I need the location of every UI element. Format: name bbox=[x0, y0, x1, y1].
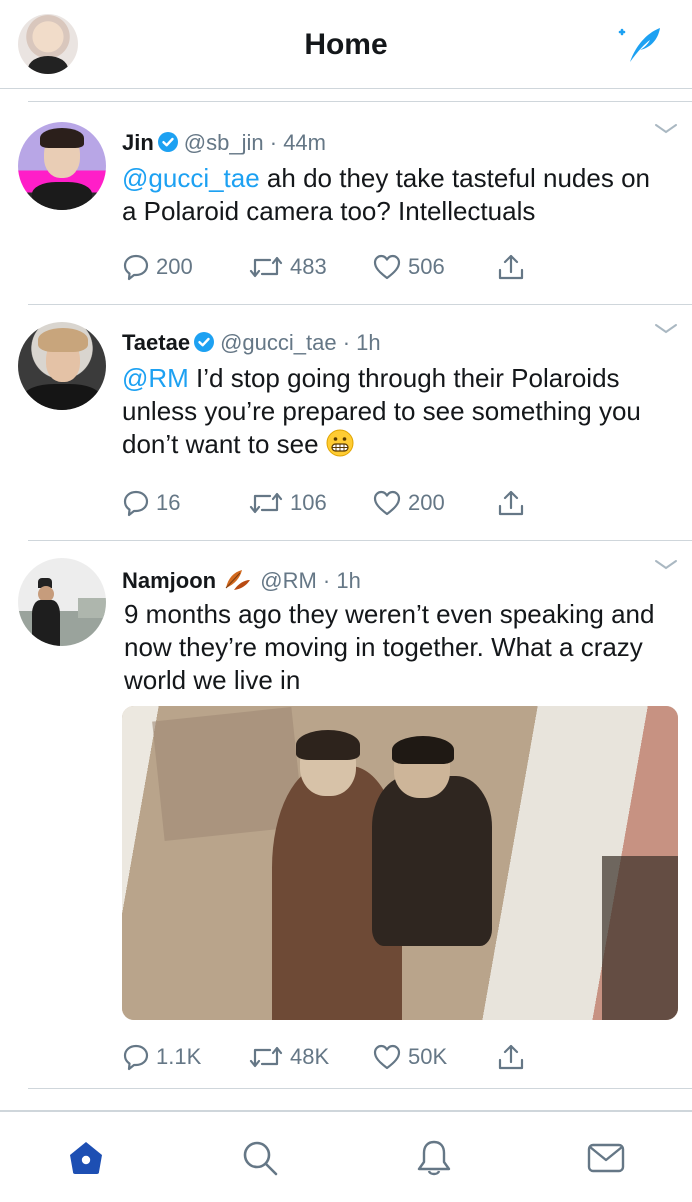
tweet-divider bbox=[28, 1088, 692, 1089]
retweet-count: 106 bbox=[290, 490, 327, 515]
user-handle[interactable]: @RM bbox=[260, 568, 317, 593]
tweet-time: 44m bbox=[283, 130, 326, 155]
tweet-actions: 1.1K 48K 50K bbox=[122, 1040, 542, 1074]
display-name[interactable]: Jin bbox=[122, 130, 154, 155]
tweet-actions: 200 483 506 bbox=[122, 250, 542, 284]
user-avatar[interactable] bbox=[18, 322, 106, 410]
reply-count: 1.1K bbox=[156, 1044, 202, 1069]
share-upload-icon bbox=[498, 1044, 524, 1070]
fallen-leaves-emoji bbox=[225, 570, 251, 590]
time-separator: · bbox=[336, 330, 357, 355]
like-button[interactable]: 506 bbox=[372, 250, 445, 284]
tweet-header: Namjoon @RM · 1h bbox=[122, 566, 361, 594]
chevron-down-icon[interactable] bbox=[654, 122, 678, 136]
time-separator: · bbox=[263, 130, 284, 155]
reply-button[interactable]: 1.1K bbox=[122, 1040, 201, 1074]
speech-bubble-icon bbox=[123, 1044, 149, 1071]
retweet-arrows-icon bbox=[249, 492, 283, 514]
bell-icon[interactable] bbox=[414, 1138, 454, 1178]
share-button[interactable] bbox=[496, 486, 532, 520]
tweet-header: Taetae @gucci_tae · 1h bbox=[122, 330, 381, 356]
time-separator: · bbox=[316, 568, 337, 593]
display-name[interactable]: Taetae bbox=[122, 330, 190, 355]
heart-icon bbox=[373, 490, 401, 516]
like-button[interactable]: 200 bbox=[372, 486, 445, 520]
tweet-text: @gucci_tae ah do they take tasteful nude… bbox=[122, 162, 662, 228]
home-icon[interactable] bbox=[66, 1138, 106, 1178]
retweet-arrows-icon bbox=[249, 1046, 283, 1068]
reply-button[interactable]: 200 bbox=[122, 250, 193, 284]
chevron-down-icon[interactable] bbox=[654, 322, 678, 336]
share-button[interactable] bbox=[496, 250, 532, 284]
retweet-button[interactable]: 106 bbox=[248, 486, 327, 520]
tweet-text: 9 months ago they weren’t even speaking … bbox=[124, 599, 655, 695]
mention-link[interactable]: @gucci_tae bbox=[122, 163, 260, 193]
user-avatar[interactable] bbox=[18, 558, 106, 646]
share-button[interactable] bbox=[496, 1040, 532, 1074]
speech-bubble-icon bbox=[123, 490, 149, 517]
retweet-count: 483 bbox=[290, 254, 327, 279]
tweet-time: 1h bbox=[336, 568, 361, 593]
tweet-text-content: I’d stop going through their Polaroids u… bbox=[122, 363, 641, 459]
search-icon[interactable] bbox=[240, 1138, 280, 1178]
like-count: 50K bbox=[408, 1044, 448, 1069]
top-bar: Home bbox=[0, 0, 692, 89]
like-button[interactable]: 50K bbox=[372, 1040, 447, 1074]
retweet-count: 48K bbox=[290, 1044, 330, 1069]
display-name[interactable]: Namjoon bbox=[122, 568, 216, 593]
retweet-button[interactable]: 483 bbox=[248, 250, 327, 284]
share-upload-icon bbox=[498, 254, 524, 280]
user-handle[interactable]: @gucci_tae bbox=[220, 330, 337, 355]
tweet-text: @RM I’d stop going through their Polaroi… bbox=[122, 362, 662, 461]
verified-badge-icon bbox=[157, 132, 178, 152]
speech-bubble-icon bbox=[123, 254, 149, 281]
bottom-tab-bar bbox=[0, 1110, 692, 1202]
verified-badge-icon bbox=[194, 332, 215, 352]
page-title: Home bbox=[304, 28, 388, 61]
chevron-down-icon[interactable] bbox=[654, 558, 678, 572]
tweet-divider bbox=[28, 540, 692, 541]
user-handle[interactable]: @sb_jin bbox=[184, 130, 264, 155]
heart-icon bbox=[373, 1044, 401, 1070]
tweet-header: Jin @sb_jin · 44m bbox=[122, 130, 326, 156]
reply-count: 200 bbox=[156, 254, 193, 279]
compose-tweet-icon[interactable] bbox=[612, 22, 664, 66]
user-avatar[interactable] bbox=[18, 122, 106, 210]
tweet-photo[interactable] bbox=[122, 706, 678, 1020]
like-count: 506 bbox=[408, 254, 445, 279]
retweet-arrows-icon bbox=[249, 256, 283, 278]
tweet-time: 1h bbox=[356, 330, 381, 355]
reply-count: 16 bbox=[156, 490, 181, 515]
mail-icon[interactable] bbox=[586, 1138, 626, 1178]
share-upload-icon bbox=[498, 490, 524, 516]
heart-icon bbox=[373, 254, 401, 280]
like-count: 200 bbox=[408, 490, 445, 515]
tweet-actions: 16 106 200 bbox=[122, 486, 542, 520]
grimacing-face-emoji bbox=[326, 429, 354, 457]
reply-button[interactable]: 16 bbox=[122, 486, 180, 520]
retweet-button[interactable]: 48K bbox=[248, 1040, 329, 1074]
mention-link[interactable]: @RM bbox=[122, 363, 189, 393]
timeline-gap-divider bbox=[28, 101, 692, 102]
tweet-divider bbox=[28, 304, 692, 305]
